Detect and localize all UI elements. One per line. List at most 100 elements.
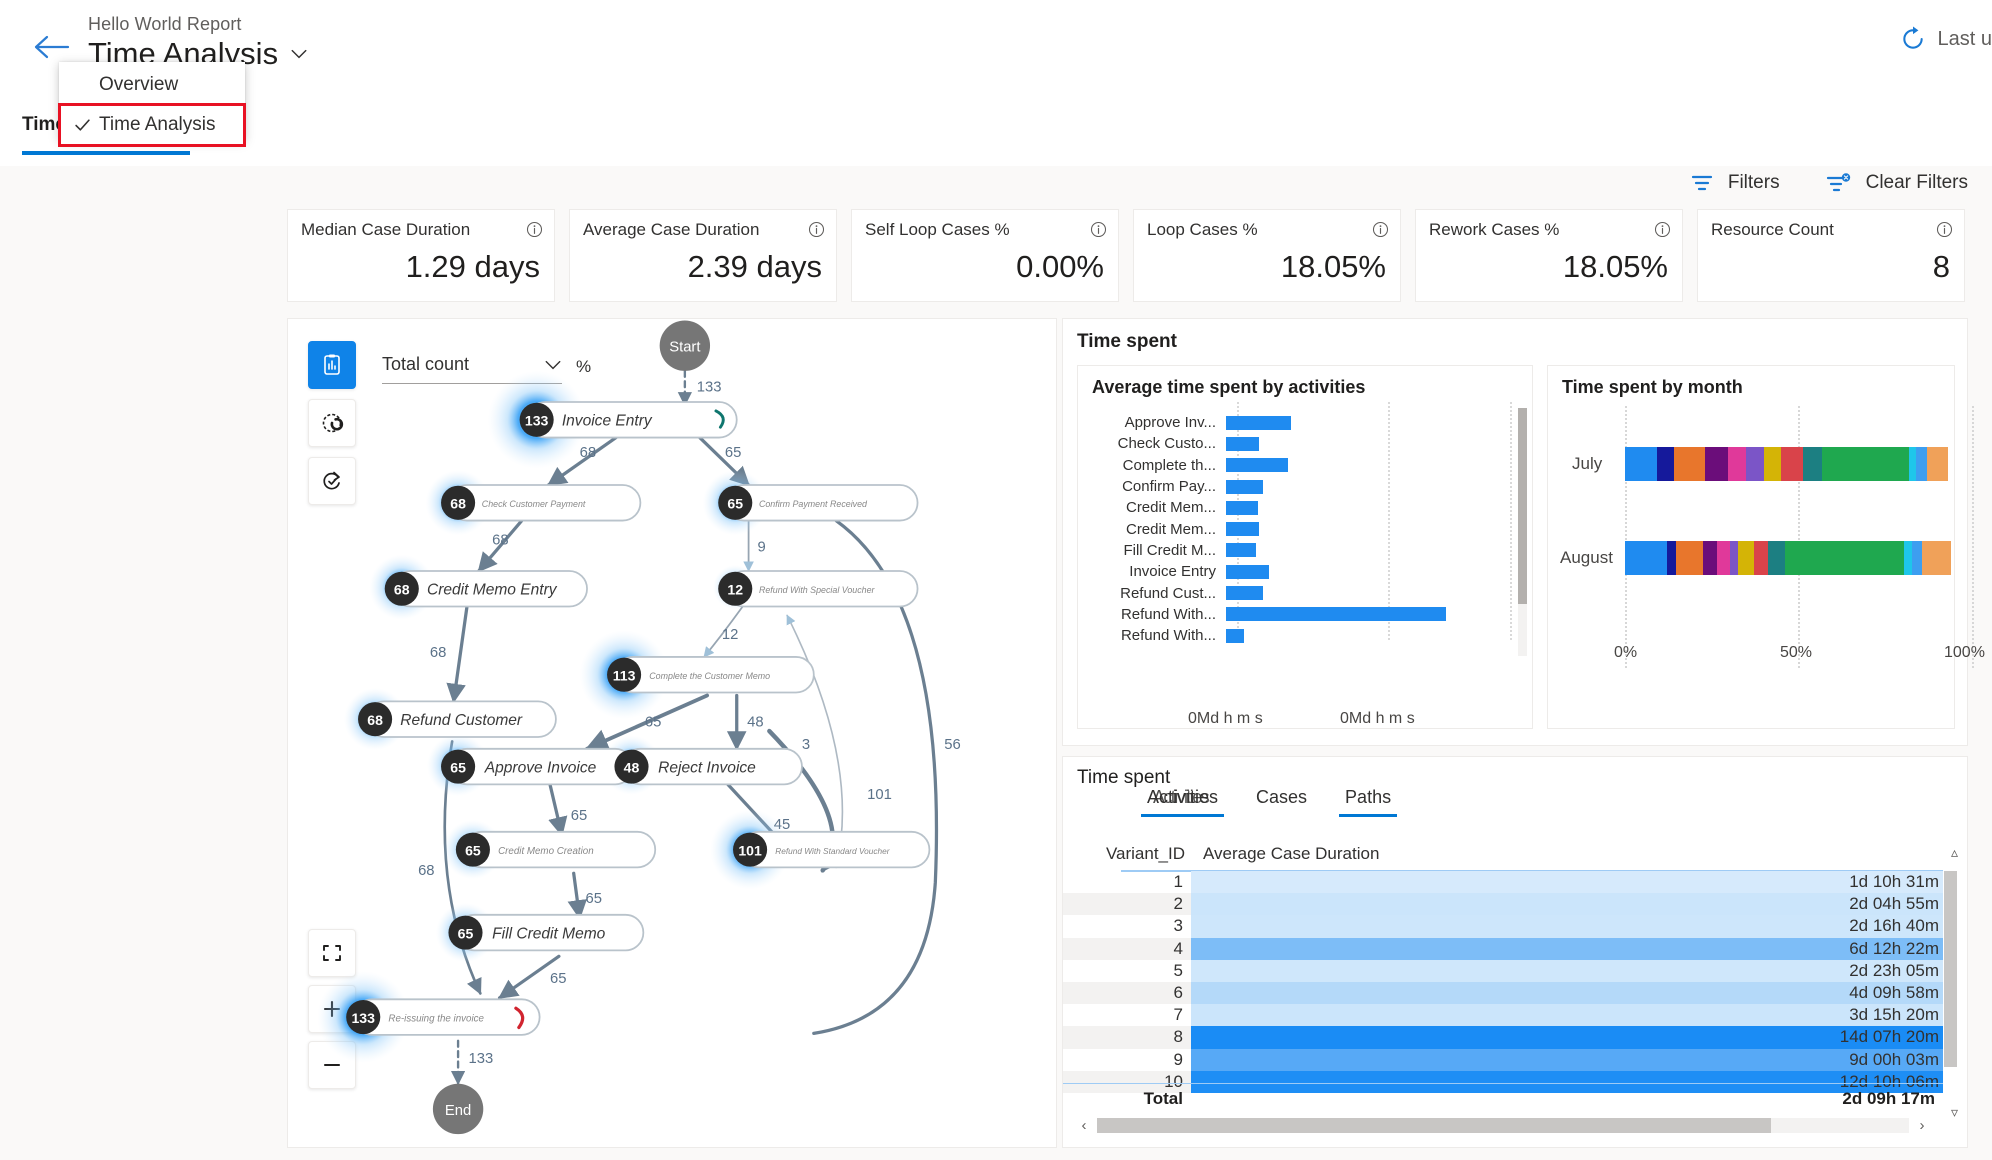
activity-bar-fill[interactable] [1226, 586, 1264, 601]
table-row[interactable]: 9 9d 00h 03m [1063, 1048, 1943, 1071]
chevron-right-icon[interactable]: › [1913, 1117, 1931, 1134]
stacked-bar-segment[interactable] [1730, 541, 1738, 575]
stacked-bar-segment[interactable] [1916, 447, 1928, 481]
stacked-bar-segment[interactable] [1745, 447, 1764, 481]
stacked-bar-segment[interactable] [1737, 541, 1755, 575]
stacked-bar-segment[interactable] [1704, 447, 1728, 481]
activity-bar-fill[interactable] [1226, 436, 1260, 451]
dropdown-item-overview[interactable]: Overview [59, 62, 245, 108]
variant-table-vscrollbar[interactable] [1944, 853, 1957, 1105]
activity-bar-fill[interactable] [1226, 564, 1269, 579]
table-row[interactable]: 7 3d 15h 20m [1063, 1004, 1943, 1027]
stacked-bar-segment[interactable] [1802, 447, 1823, 481]
stacked-bar-segment[interactable] [1784, 541, 1905, 575]
stacked-bar-segment[interactable] [1675, 541, 1703, 575]
filter-icon [1691, 175, 1712, 191]
variant-table-hscrollbar[interactable]: ‹ › [1075, 1115, 1931, 1135]
table-row[interactable]: 8 14d 07h 20m [1063, 1026, 1943, 1049]
activity-bar-fill[interactable] [1226, 522, 1259, 537]
tab-cases[interactable]: Cases [1250, 787, 1313, 817]
activity-bar-row[interactable]: Confirm Pay... [1078, 476, 1532, 497]
column-header-variant-id[interactable]: Variant_ID [1063, 844, 1191, 864]
activity-bar-fill[interactable] [1226, 458, 1289, 473]
stacked-bar-segment[interactable] [1625, 447, 1657, 481]
activity-bar-row[interactable]: Credit Mem... [1078, 518, 1532, 539]
page-dropdown-menu[interactable]: Overview Time Analysis [58, 62, 246, 147]
scrollbar-thumb[interactable] [1518, 408, 1527, 604]
dropdown-item-time-analysis[interactable]: Time Analysis [58, 103, 246, 147]
tab-activities[interactable]: Activities Activities [1141, 787, 1225, 817]
stacked-bar-segment[interactable] [1625, 541, 1667, 575]
stacked-bar-segment[interactable] [1754, 541, 1768, 575]
stacked-bar-segment[interactable] [1763, 447, 1782, 481]
scroll-down-icon[interactable]: ▿ [1951, 1105, 1958, 1119]
activities-chart-scrollbar[interactable] [1518, 408, 1527, 656]
stacked-bar-segment[interactable] [1909, 447, 1917, 481]
node-confirm-payment-received: 65 Confirm Payment Received [718, 484, 919, 522]
stacked-bar-segment[interactable] [1822, 447, 1910, 481]
stacked-bar-august[interactable] [1625, 541, 1972, 575]
stacked-bar-segment[interactable] [1904, 541, 1912, 575]
stacked-bar-segment[interactable] [1781, 447, 1803, 481]
tab-paths[interactable]: Paths [1339, 787, 1398, 817]
info-icon[interactable] [1090, 221, 1107, 238]
stacked-bar-segment[interactable] [1911, 541, 1922, 575]
stacked-bar-segment[interactable] [1666, 541, 1676, 575]
stacked-bar-july[interactable] [1625, 447, 1972, 481]
activity-bar-row[interactable]: Complete th... [1078, 455, 1532, 476]
info-icon[interactable] [526, 221, 543, 238]
chevron-left-icon[interactable]: ‹ [1075, 1117, 1093, 1134]
stacked-bar-segment[interactable] [1921, 541, 1952, 575]
activity-bar-track [1226, 561, 1532, 582]
activity-bar-fill[interactable] [1226, 543, 1256, 558]
activity-bar-fill[interactable] [1226, 415, 1292, 430]
table-row[interactable]: 4 6d 12h 22m [1063, 937, 1943, 960]
activity-bar-row[interactable]: Refund Cust... [1078, 582, 1532, 603]
table-row[interactable]: 5 2d 23h 05m [1063, 959, 1943, 982]
stacked-bar-segment[interactable] [1767, 541, 1785, 575]
variant-table-body[interactable]: 1 1d 10h 31m 2 2d 04h 55m 3 2d 16h 40m 4 6d 12h… [1063, 871, 1943, 1093]
last-updated-area[interactable]: Last u [1900, 26, 1992, 52]
info-icon[interactable] [1372, 221, 1389, 238]
svg-text:101: 101 [738, 843, 762, 859]
activity-bar-row[interactable]: Approve Inv... [1078, 412, 1532, 433]
clear-filters-button[interactable]: Clear Filters [1826, 172, 1968, 194]
svg-text:68: 68 [418, 863, 434, 879]
scrollbar-thumb[interactable] [1097, 1117, 1771, 1133]
svg-text:133: 133 [697, 380, 722, 396]
activity-bar-row[interactable]: Refund With... [1078, 604, 1532, 625]
activity-bar-row[interactable]: Refund With... [1078, 625, 1532, 646]
refresh-icon[interactable] [1900, 26, 1926, 52]
activity-bar-row[interactable]: Credit Mem... [1078, 497, 1532, 518]
table-row[interactable]: 6 4d 09h 58m [1063, 981, 1943, 1005]
table-row[interactable]: 2 2d 04h 55m [1063, 893, 1943, 916]
activity-bar-fill[interactable] [1226, 607, 1446, 622]
back-button[interactable] [32, 30, 72, 64]
stacked-bar-segment[interactable] [1702, 541, 1717, 575]
activity-bar-fill[interactable] [1226, 500, 1259, 515]
info-icon[interactable] [1936, 221, 1953, 238]
activity-bar-row[interactable]: Invoice Entry [1078, 561, 1532, 582]
table-row[interactable]: 3 2d 16h 40m [1063, 915, 1943, 938]
stacked-bar-segment[interactable] [1674, 447, 1705, 481]
stacked-bar-segment[interactable] [1927, 447, 1948, 481]
activity-bar-fill[interactable] [1226, 628, 1244, 643]
activity-bar-fill[interactable] [1226, 479, 1263, 494]
scroll-up-icon[interactable]: ▵ [1951, 845, 1958, 859]
filters-button[interactable]: Filters [1690, 172, 1780, 194]
stacked-bar-segment[interactable] [1716, 541, 1731, 575]
scrollbar-thumb[interactable] [1944, 871, 1957, 1067]
stacked-bar-segment[interactable] [1727, 447, 1746, 481]
info-icon[interactable] [808, 221, 825, 238]
table-row[interactable]: 1 1d 10h 31m [1063, 871, 1943, 894]
column-header-average-case-duration[interactable]: Average Case Duration [1191, 844, 1379, 864]
info-icon[interactable] [1654, 221, 1671, 238]
breadcrumb[interactable]: Hello World Report [88, 14, 242, 35]
process-map-diagram[interactable]: 133 68 65 68 9 68 12 56 65 48 3 68 65 10… [288, 319, 1057, 1148]
cell-average-case-duration: 14d 07h 20m [1191, 1026, 1943, 1049]
stacked-bar-segment[interactable] [1656, 447, 1675, 481]
activity-bar-row[interactable]: Check Custo... [1078, 433, 1532, 454]
hscroll-track[interactable] [1097, 1117, 1909, 1133]
activity-bar-row[interactable]: Fill Credit M... [1078, 540, 1532, 561]
process-map-panel[interactable]: Total count % 133 68 65 68 9 68 12 56 65… [287, 318, 1057, 1148]
